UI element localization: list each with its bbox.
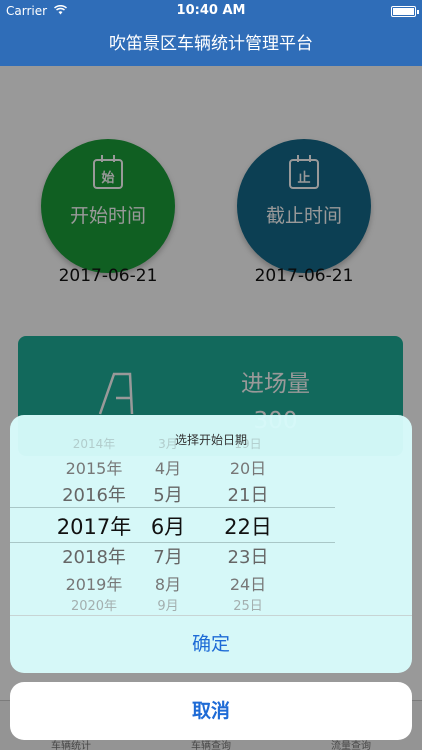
- picker-month: 9月: [157, 599, 179, 614]
- picker-year: 2017年: [56, 515, 132, 539]
- picker-day: 22日: [224, 515, 272, 539]
- picker-day: 24日: [229, 575, 267, 594]
- picker-year: 2019年: [65, 575, 123, 594]
- picker-day: 20日: [229, 459, 267, 478]
- picker-year: 2015年: [65, 459, 123, 478]
- picker-month: 5月: [153, 485, 183, 506]
- picker-title: 选择开始日期: [174, 433, 247, 447]
- date-picker-wheels[interactable]: 2014年 3月 19日 2015年 4月 20日 2016年 5月 21日 2…: [10, 435, 412, 615]
- picker-day: 23日: [227, 547, 269, 568]
- picker-year: 2018年: [62, 547, 126, 568]
- clock: 10:40 AM: [176, 3, 246, 18]
- picker-month: 6月: [150, 515, 186, 539]
- selection-line-top: [10, 507, 335, 508]
- picker-day: 25日: [233, 599, 263, 614]
- nav-title: 吹笛景区车辆统计管理平台: [0, 22, 422, 66]
- picker-row-selected[interactable]: 2017年 6月 22日: [10, 511, 412, 539]
- picker-month: 7月: [153, 547, 183, 568]
- picker-row[interactable]: 2016年 5月 21日: [10, 481, 412, 509]
- battery-icon: [391, 6, 419, 17]
- date-picker-sheet: 2014年 3月 19日 2015年 4月 20日 2016年 5月 21日 2…: [10, 415, 412, 673]
- confirm-button[interactable]: 确定: [10, 616, 412, 673]
- selection-line-bottom: [10, 542, 335, 543]
- picker-row[interactable]: 2015年 4月 20日: [10, 455, 412, 483]
- picker-day: 21日: [227, 485, 269, 506]
- picker-year: 2016年: [62, 485, 126, 506]
- picker-row[interactable]: 2018年 7月 23日: [10, 543, 412, 571]
- picker-month: 8月: [154, 575, 182, 594]
- picker-month: 4月: [154, 459, 182, 478]
- status-bar: Carrier 10:40 AM: [0, 0, 422, 22]
- cancel-button[interactable]: 取消: [10, 682, 412, 740]
- picker-year: 2020年: [70, 599, 118, 614]
